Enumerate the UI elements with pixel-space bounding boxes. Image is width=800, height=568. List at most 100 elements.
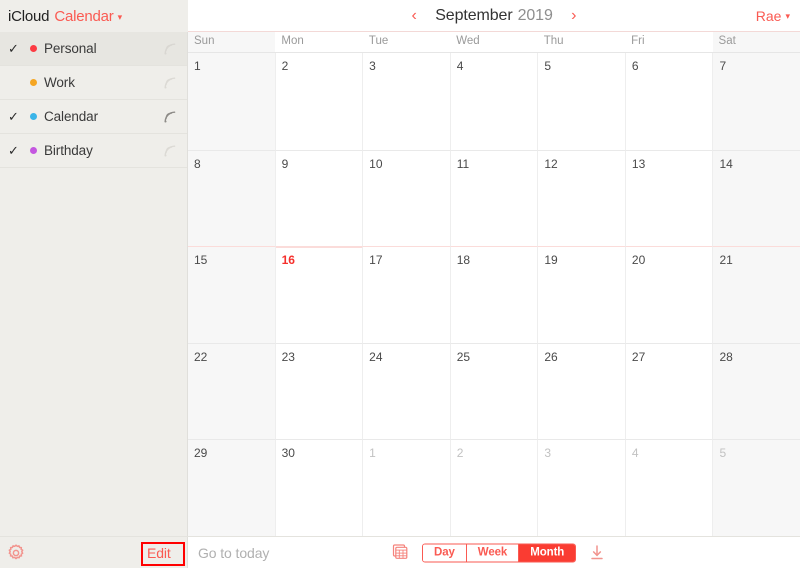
checkmark-icon[interactable]: ✓ [8, 144, 26, 157]
day-cell[interactable]: 10 [363, 149, 451, 247]
day-number: 11 [456, 156, 470, 171]
day-cell[interactable]: 22 [188, 342, 276, 440]
calendar-list-item-work[interactable]: Work [0, 66, 187, 100]
day-cell[interactable]: 4 [451, 53, 539, 150]
day-number: 7 [719, 59, 727, 73]
day-cell[interactable]: 29 [188, 439, 276, 536]
account-menu[interactable]: Rae ▾ [756, 8, 790, 24]
view-button-day[interactable]: Day [423, 544, 467, 561]
header-bar: ‹ September 2019 › Rae ▾ [188, 0, 800, 32]
day-cell[interactable]: 21 [713, 246, 800, 343]
day-number: 6 [631, 59, 639, 73]
calendar-color-dot [30, 113, 37, 120]
day-cell[interactable]: 28 [713, 342, 800, 440]
day-cell[interactable]: 23 [275, 342, 364, 440]
account-name-label: Rae [755, 7, 782, 24]
day-cell[interactable]: 30 [275, 439, 364, 536]
download-arrow-icon[interactable] [588, 544, 606, 562]
year-label: 2019 [517, 6, 553, 24]
day-number: 17 [369, 253, 383, 268]
brand-app-label: Calendar [54, 7, 114, 25]
go-to-today-button[interactable]: Go to today [198, 545, 269, 561]
day-number: 2 [281, 59, 289, 73]
day-cell[interactable]: 12 [538, 149, 626, 247]
chevron-down-icon[interactable]: ▾ [118, 12, 123, 22]
calendar-grid-area: Sun Mon Tue Wed Thu Fri Sat 1 2 3 4 5 6 … [188, 32, 800, 536]
day-cell[interactable]: 1 [363, 439, 451, 536]
day-cell[interactable]: 3 [363, 53, 451, 150]
day-number: 15 [194, 253, 208, 268]
chevron-left-icon[interactable]: ‹ [407, 7, 421, 24]
week-row: 22 23 24 25 26 27 28 [188, 342, 800, 440]
week-row: 1 2 3 4 5 6 7 [188, 53, 800, 150]
day-number: 5 [719, 446, 727, 461]
day-number: 29 [194, 446, 208, 461]
day-number: 16 [281, 253, 295, 268]
broadcast-icon[interactable] [162, 75, 178, 91]
day-cell[interactable]: 6 [626, 53, 714, 150]
month-grid: 1 2 3 4 5 6 7 8 9 10 11 12 13 14 15 16 1… [188, 53, 800, 536]
week-row: 29 30 1 2 3 4 5 [188, 439, 800, 536]
day-cell[interactable]: 8 [188, 149, 276, 247]
calendar-list-item-calendar[interactable]: ✓ Calendar [0, 100, 187, 134]
day-cell[interactable]: 2 [450, 439, 539, 536]
sidebar: ✓ Personal Work ✓ Calendar ✓ Birthday [0, 32, 188, 536]
day-cell[interactable]: 20 [625, 246, 714, 343]
day-number: 28 [719, 349, 733, 364]
day-cell[interactable]: 5 [538, 53, 626, 150]
day-cell[interactable]: 5 [713, 439, 800, 536]
dow-header-fri: Fri [631, 35, 645, 47]
day-cell[interactable]: 14 [713, 149, 800, 247]
day-number: 5 [544, 59, 551, 73]
day-cell[interactable]: 25 [450, 342, 539, 440]
month-label: September [435, 6, 513, 24]
edit-button[interactable]: Edit [147, 545, 171, 561]
broadcast-icon[interactable] [162, 143, 178, 159]
broadcast-icon[interactable] [162, 109, 178, 125]
day-cell[interactable]: 4 [625, 439, 714, 536]
day-cell[interactable]: 9 [275, 149, 364, 247]
checkmark-icon[interactable]: ✓ [8, 42, 26, 55]
brand-area[interactable]: iCloud Calendar ▾ [0, 0, 188, 32]
bottom-toolbar: Edit Go to today Day Week Month [0, 536, 800, 568]
day-cell[interactable]: 11 [450, 149, 539, 247]
day-number: 3 [544, 446, 551, 461]
day-number: 22 [194, 349, 208, 364]
day-cell[interactable]: 15 [188, 246, 276, 343]
day-number: 1 [369, 446, 376, 461]
day-cell[interactable]: 18 [450, 246, 539, 343]
day-cell[interactable]: 26 [538, 342, 626, 440]
day-number: 4 [456, 59, 464, 73]
sidebar-empty-space [0, 168, 187, 536]
broadcast-icon[interactable] [162, 41, 178, 57]
day-cell[interactable]: 27 [625, 342, 714, 440]
dow-header-sat: Sat [712, 32, 800, 52]
day-cell[interactable]: 13 [625, 149, 714, 247]
stacked-calendars-icon[interactable] [392, 544, 410, 562]
checkmark-icon[interactable]: ✓ [8, 110, 26, 123]
day-number: 14 [719, 156, 733, 171]
calendar-list-item-birthday[interactable]: ✓ Birthday [0, 134, 187, 168]
day-cell[interactable]: 3 [538, 439, 626, 536]
day-cell[interactable]: 2 [276, 53, 364, 150]
day-cell[interactable]: 24 [363, 342, 451, 440]
day-cell[interactable]: 17 [363, 246, 451, 343]
view-button-month[interactable]: Month [519, 544, 576, 561]
chevron-right-icon[interactable]: › [567, 7, 581, 24]
calendar-color-dot [30, 147, 37, 154]
day-number: 19 [544, 253, 558, 268]
month-navigator: ‹ September 2019 › [407, 7, 581, 25]
top-bar: iCloud Calendar ▾ ‹ September 2019 › Rae … [0, 0, 800, 32]
page-title: September 2019 [435, 7, 553, 25]
calendar-list-item-personal[interactable]: ✓ Personal [0, 32, 187, 66]
day-cell-today[interactable]: 16 [275, 246, 364, 343]
calendar-name-label: Calendar [44, 109, 98, 124]
gear-icon[interactable] [6, 543, 26, 563]
day-number: 21 [719, 253, 733, 268]
day-number: 26 [544, 349, 558, 364]
day-cell[interactable]: 1 [188, 53, 276, 150]
day-number: 25 [456, 349, 471, 364]
day-cell[interactable]: 19 [538, 246, 626, 343]
day-cell[interactable]: 7 [713, 53, 800, 150]
view-button-week[interactable]: Week [466, 544, 520, 561]
